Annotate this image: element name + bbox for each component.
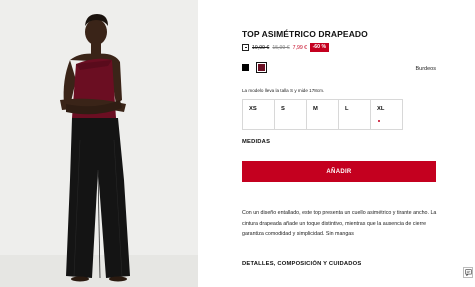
- size-option-s[interactable]: S: [275, 100, 307, 129]
- size-option-l[interactable]: L: [339, 100, 371, 129]
- product-photo[interactable]: [0, 0, 198, 287]
- model-image: [0, 0, 198, 287]
- color-swatches: [242, 62, 267, 73]
- low-stock-dot-icon: [378, 120, 380, 122]
- swatch-black[interactable]: [242, 64, 249, 71]
- size-label: S: [281, 106, 285, 112]
- price-tag-icon[interactable]: [242, 44, 249, 51]
- size-option-m[interactable]: M: [307, 100, 339, 129]
- measurements-link[interactable]: MEDIDAS: [242, 139, 270, 145]
- swatch-burdeos[interactable]: [256, 62, 267, 73]
- chat-icon: [464, 269, 472, 276]
- size-label: XS: [249, 106, 257, 112]
- size-label: L: [345, 106, 349, 112]
- discount-badge: -60 %: [310, 43, 329, 52]
- product-description: Con un diseño entallado, este top presen…: [242, 210, 437, 237]
- product-title: TOP ASIMÉTRICO DRAPEADO: [242, 29, 368, 39]
- size-option-xl[interactable]: XL: [371, 100, 402, 129]
- previous-price: 15,99 €: [272, 44, 290, 51]
- chat-button[interactable]: [463, 267, 473, 278]
- current-price: 7,99 €: [292, 44, 308, 51]
- size-option-xs[interactable]: XS: [243, 100, 275, 129]
- size-label: XL: [377, 106, 385, 112]
- add-to-cart-button[interactable]: AÑADIR: [242, 161, 436, 182]
- details-composition-care-link[interactable]: DETALLES, COMPOSICIÓN Y CUIDADOS: [242, 261, 361, 267]
- model-size-note: La modelo lleva la talla S y mide 178cm.: [242, 88, 325, 93]
- price-row: 19,99 € 15,99 € 7,99 € -60 %: [242, 43, 329, 52]
- selected-color-name: Burdeos: [415, 66, 437, 72]
- size-selector: XS S M L XL: [242, 99, 403, 130]
- original-price: 19,99 €: [252, 44, 270, 51]
- size-label: M: [313, 106, 318, 112]
- product-info-panel: TOP ASIMÉTRICO DRAPEADO 19,99 € 15,99 € …: [242, 0, 436, 287]
